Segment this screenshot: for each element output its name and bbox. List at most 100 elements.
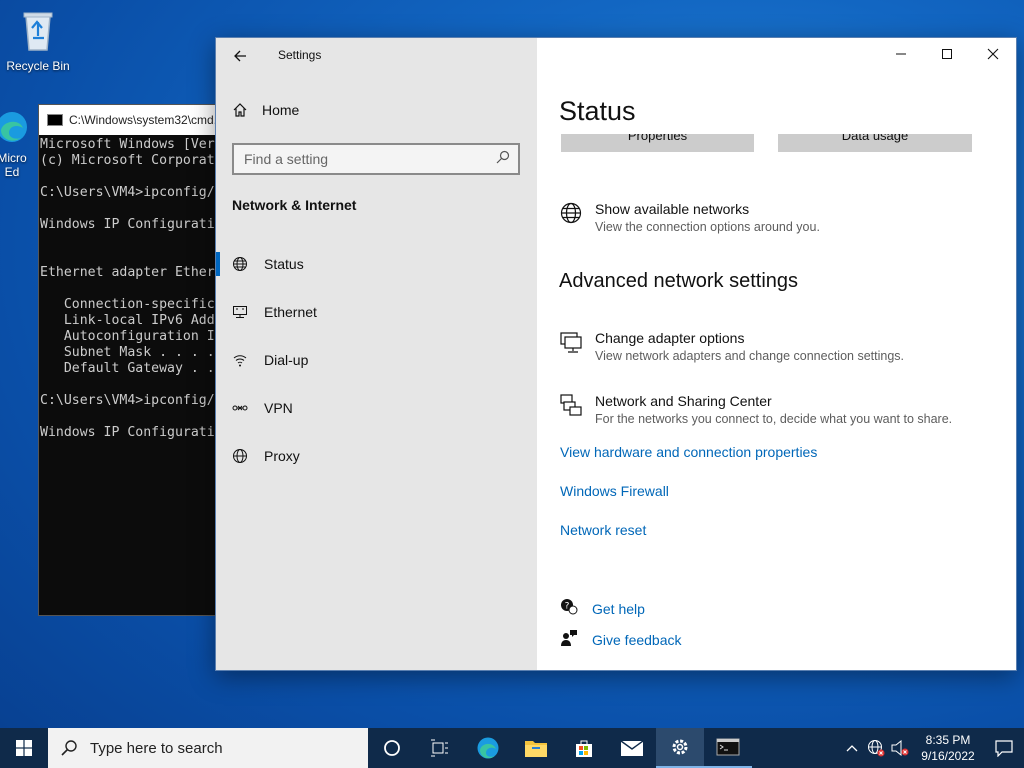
network-and-sharing-center[interactable]: Network and Sharing Center For the netwo… — [559, 393, 952, 426]
clock-date: 9/16/2022 — [921, 749, 975, 763]
help-icon: ? — [560, 598, 578, 619]
nav-item-label: Ethernet — [264, 304, 317, 320]
search-icon — [496, 150, 510, 169]
adapter-icon — [559, 330, 583, 354]
store-icon — [576, 740, 592, 757]
cmd-icon — [716, 738, 740, 756]
vpn-icon — [232, 400, 248, 416]
notification-center-button[interactable] — [984, 728, 1024, 768]
change-adapter-options[interactable]: Change adapter options View network adap… — [559, 330, 904, 363]
feedback-icon — [560, 629, 578, 650]
taskbar-search[interactable]: Type here to search — [48, 728, 368, 768]
link-network-reset[interactable]: Network reset — [560, 522, 646, 538]
option-desc: View the connection options around you. — [595, 220, 820, 234]
cmd-window[interactable]: C:\Windows\system32\cmd.exe Microsoft Wi… — [38, 104, 238, 616]
nav-item-label: Proxy — [264, 448, 300, 464]
ethernet-icon — [232, 304, 248, 320]
edge-icon — [0, 110, 42, 147]
search-input[interactable] — [244, 151, 496, 167]
edge-icon — [477, 737, 499, 759]
app-title: Settings — [278, 48, 322, 62]
taskbar-file-explorer[interactable] — [512, 728, 560, 768]
give-feedback-label: Give feedback — [592, 631, 682, 648]
page-title: Status — [559, 96, 636, 126]
link-windows-firewall[interactable]: Windows Firewall — [560, 483, 669, 499]
maximize-icon — [942, 49, 952, 59]
show-hidden-icons-button[interactable] — [840, 728, 864, 768]
option-title: Change adapter options — [595, 330, 745, 346]
taskbar-store[interactable] — [560, 728, 608, 768]
cmd-icon — [47, 114, 63, 126]
properties-button-label: Properties — [627, 134, 688, 143]
option-desc: For the networks you connect to, decide … — [595, 412, 953, 426]
properties-button[interactable]: Properties — [561, 134, 754, 152]
nav-home[interactable]: Home — [232, 102, 299, 118]
option-title: Show available networks — [595, 201, 750, 217]
search-icon — [61, 740, 77, 756]
close-button[interactable] — [970, 38, 1016, 70]
taskbar-edge[interactable] — [464, 728, 512, 768]
globe-icon — [232, 448, 248, 464]
data-usage-button-label: Data usage — [841, 134, 909, 143]
back-arrow-icon — [234, 50, 246, 62]
back-button[interactable] — [228, 44, 252, 68]
volume-muted-icon — [891, 740, 909, 756]
nav-item-dialup[interactable]: Dial-up — [216, 336, 537, 384]
globe-icon — [232, 256, 248, 272]
clock-time: 8:35 PM — [925, 733, 971, 747]
nav-item-label: Dial-up — [264, 352, 309, 368]
dialup-icon — [232, 352, 248, 368]
desktop-icon-label: Recycle Bin — [6, 59, 70, 73]
network-tray-button[interactable] — [864, 728, 888, 768]
settings-search[interactable] — [232, 143, 520, 175]
give-feedback[interactable]: Give feedback — [560, 629, 682, 650]
advanced-network-settings-title: Advanced network settings — [559, 270, 799, 292]
gear-icon — [672, 739, 688, 755]
desktop-icon-label: Micro Ed — [0, 151, 27, 179]
cmd-output: Microsoft Windows [Ver (c) Microsoft Cor… — [40, 137, 215, 440]
start-button[interactable] — [0, 728, 48, 768]
nav-home-label: Home — [262, 102, 300, 118]
taskbar-settings[interactable] — [656, 728, 704, 768]
taskbar-mail[interactable] — [608, 728, 656, 768]
network-globe-icon — [868, 740, 885, 757]
settings-nav-pane: Settings Home Network & Internet Status — [216, 38, 537, 670]
volume-tray-button[interactable] — [888, 728, 912, 768]
show-available-networks[interactable]: Show available networks View the connect… — [559, 201, 820, 234]
nav-item-proxy[interactable]: Proxy — [216, 432, 537, 480]
desktop-icon-recycle-bin[interactable]: Recycle Bin — [2, 8, 74, 73]
minimize-icon — [896, 53, 906, 55]
clock[interactable]: 8:35 PM 9/16/2022 — [912, 732, 984, 764]
link-view-hardware-properties[interactable]: View hardware and connection properties — [560, 444, 817, 460]
taskbar: Type here to search 8:35 PM 9/16/2022 — [0, 728, 1024, 768]
desktop-icon-edge[interactable]: Micro Ed — [0, 110, 42, 179]
cmd-title-bar[interactable]: C:\Windows\system32\cmd.exe — [39, 105, 237, 135]
home-icon — [232, 102, 248, 118]
sharing-center-icon — [559, 393, 583, 417]
settings-window[interactable]: Settings Home Network & Internet Status — [215, 37, 1017, 671]
mail-icon — [620, 740, 644, 756]
windows-logo-icon — [16, 740, 32, 756]
get-help[interactable]: ? Get help — [560, 598, 645, 619]
settings-content-pane: Status Properties Data usage Show availa… — [537, 38, 1016, 670]
nav-item-label: VPN — [264, 400, 293, 416]
maximize-button[interactable] — [924, 38, 970, 70]
data-usage-button[interactable]: Data usage — [778, 134, 972, 152]
get-help-label: Get help — [592, 600, 645, 617]
minimize-button[interactable] — [878, 38, 924, 70]
cortana-button[interactable] — [368, 728, 416, 768]
system-tray: 8:35 PM 9/16/2022 — [840, 728, 1024, 768]
nav-item-status[interactable]: Status — [216, 240, 537, 288]
taskbar-search-placeholder: Type here to search — [90, 739, 223, 757]
nav-item-label: Status — [264, 256, 304, 272]
nav-list: Status Ethernet Dial-up VPN Proxy — [216, 240, 537, 480]
globe-icon — [559, 201, 583, 225]
task-view-button[interactable] — [416, 728, 464, 768]
nav-item-ethernet[interactable]: Ethernet — [216, 288, 537, 336]
nav-item-vpn[interactable]: VPN — [216, 384, 537, 432]
window-controls — [878, 38, 1016, 70]
folder-icon — [525, 741, 547, 757]
option-desc: View network adapters and change connect… — [595, 349, 904, 363]
task-view-icon — [431, 739, 448, 757]
taskbar-cmd[interactable] — [704, 728, 752, 768]
